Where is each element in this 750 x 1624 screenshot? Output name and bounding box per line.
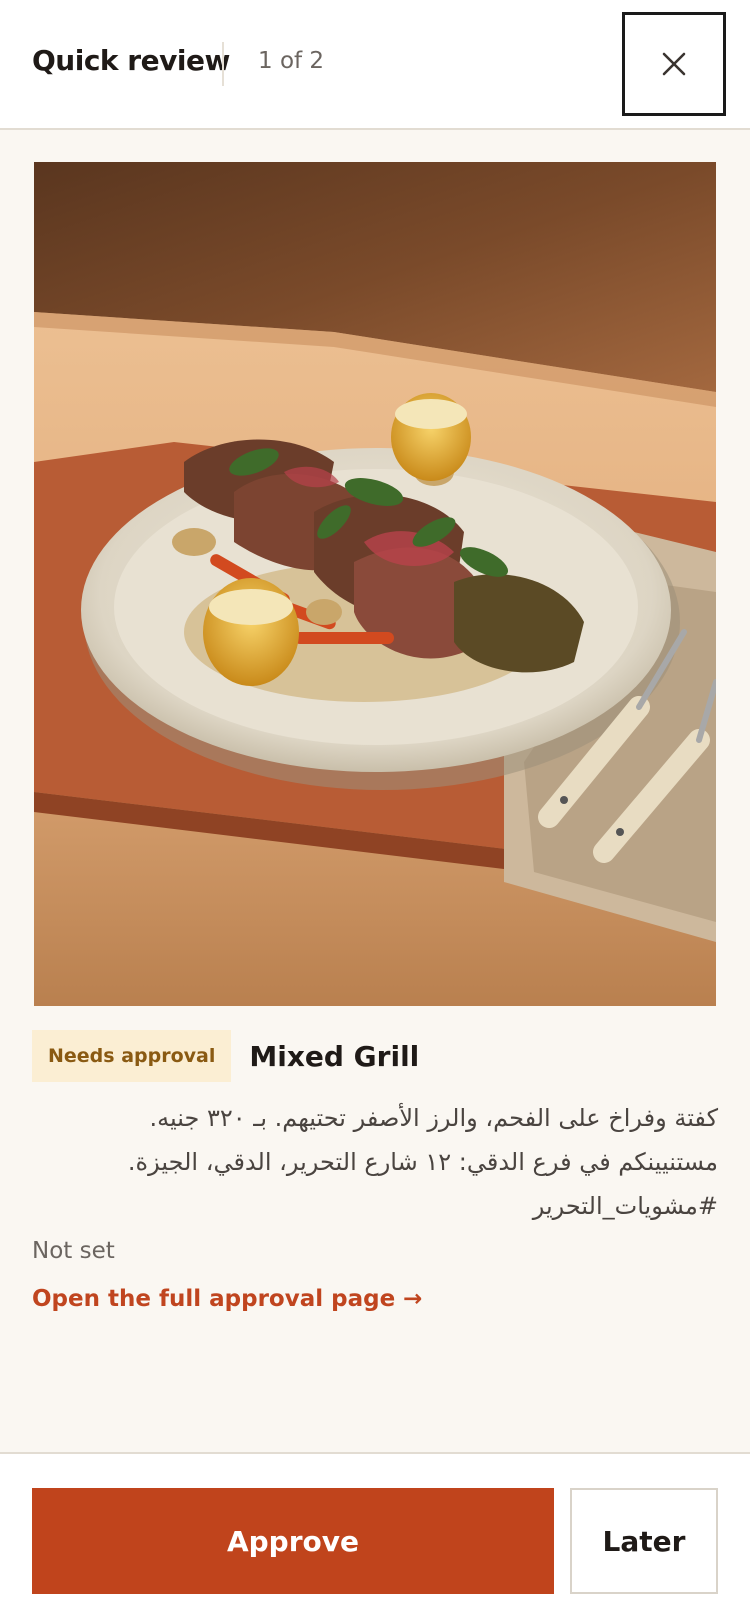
review-header: Quick review 1 of 2 bbox=[0, 0, 750, 130]
approve-button[interactable]: Approve bbox=[32, 1488, 554, 1594]
post-title-row: Needs approval Mixed Grill bbox=[32, 1030, 419, 1082]
page-title: Quick review bbox=[32, 44, 230, 77]
header-divider bbox=[222, 42, 224, 86]
close-button[interactable] bbox=[622, 12, 726, 116]
schedule-value: Not set bbox=[32, 1238, 115, 1264]
post-caption: كفتة وفراخ على الفحم، والرز الأصفر تحتيه… bbox=[127, 1104, 718, 1220]
review-counter: 1 of 2 bbox=[258, 48, 325, 74]
dish-photo bbox=[34, 162, 716, 1006]
close-icon bbox=[662, 52, 686, 76]
action-footer: Approve Later bbox=[0, 1452, 750, 1624]
open-full-approval-link[interactable]: Open the full approval page → bbox=[32, 1286, 422, 1312]
dish-image bbox=[34, 162, 716, 1006]
post-title: Mixed Grill bbox=[249, 1039, 420, 1073]
status-badge: Needs approval bbox=[32, 1030, 232, 1082]
later-button[interactable]: Later bbox=[570, 1488, 718, 1594]
